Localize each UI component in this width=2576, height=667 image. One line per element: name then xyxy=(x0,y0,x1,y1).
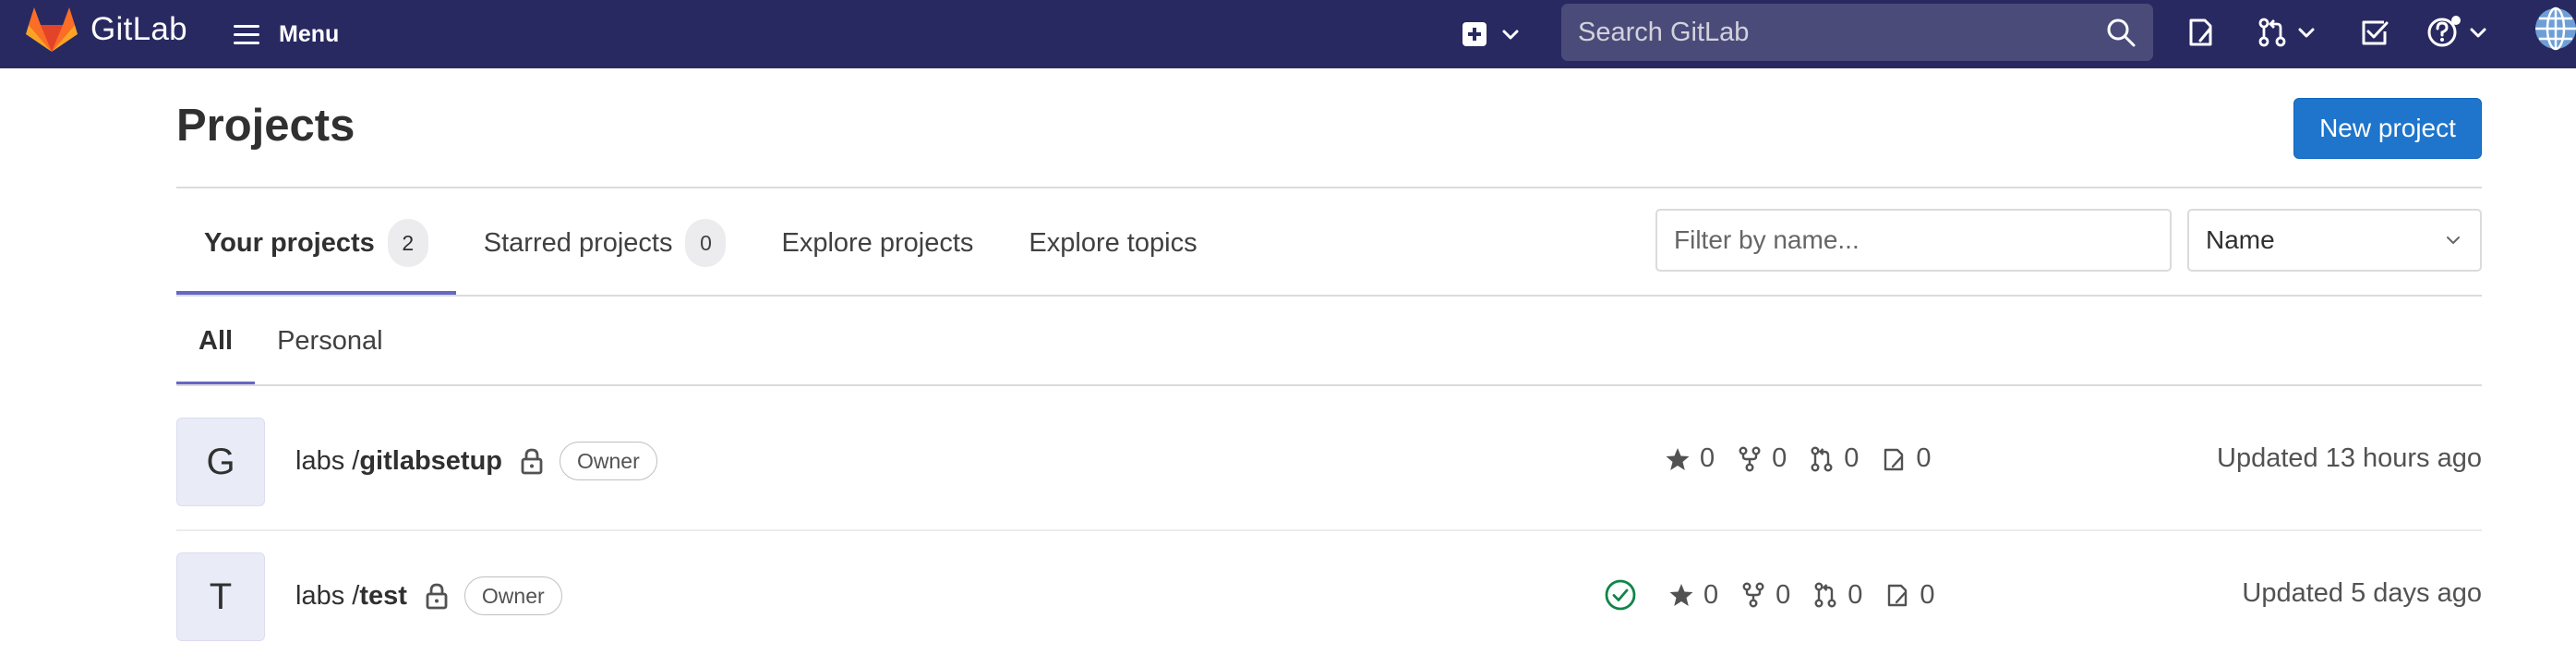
merge-request-icon xyxy=(2258,18,2286,47)
merge-request-icon xyxy=(1814,582,1836,608)
filter-by-name-input[interactable] xyxy=(1655,209,2172,272)
create-new-dropdown[interactable] xyxy=(1461,15,1522,54)
tab-starred-projects[interactable]: Starred projects 0 xyxy=(456,189,754,297)
project-title[interactable]: labs / gitlabsetup Owner xyxy=(295,442,657,480)
chevron-down-icon xyxy=(2470,28,2486,38)
subtab-personal[interactable]: Personal xyxy=(255,297,404,385)
stars-value: 0 xyxy=(1703,579,1719,610)
tab-label: Your projects xyxy=(204,227,375,258)
pipeline-passed-icon xyxy=(1605,579,1636,611)
count-badge: 0 xyxy=(685,219,727,267)
todos-nav-button[interactable] xyxy=(2359,13,2390,52)
updated-timestamp: Updated 5 days ago xyxy=(2242,578,2482,608)
chevron-down-icon xyxy=(1502,30,1519,40)
tab-label: Starred projects xyxy=(483,227,673,258)
merge-requests-count[interactable]: 0 xyxy=(1809,443,1859,474)
project-stats: 0 0 0 0 xyxy=(1665,443,1954,474)
tab-label: Explore projects xyxy=(781,227,974,258)
role-badge: Owner xyxy=(560,442,657,480)
project-row[interactable]: T labs / test Owner 0 0 0 0 Updated 5 da… xyxy=(176,530,2482,665)
star-icon xyxy=(1669,584,1693,606)
issues-icon xyxy=(1888,584,1908,607)
project-namespace: labs / xyxy=(295,445,360,476)
merge-requests-nav-button[interactable] xyxy=(2257,13,2317,52)
star-icon xyxy=(1666,447,1690,470)
stars-count[interactable]: 0 xyxy=(1668,580,1718,611)
project-filter-subtabs: All Personal xyxy=(176,297,405,385)
project-name[interactable]: test xyxy=(359,581,407,612)
role-badge: Owner xyxy=(463,576,562,615)
project-namespace: labs / xyxy=(295,580,360,611)
issues-nav-button[interactable] xyxy=(2185,13,2216,52)
gitlab-logo-icon xyxy=(26,7,78,52)
issues-count[interactable]: 0 xyxy=(1884,579,1935,611)
help-nav-button[interactable] xyxy=(2426,13,2489,52)
issues-count[interactable]: 0 xyxy=(1881,443,1932,474)
search-icon xyxy=(2107,18,2136,47)
todo-icon xyxy=(2362,20,2389,45)
issues-value: 0 xyxy=(1916,443,1932,473)
tab-your-projects[interactable]: Your projects 2 xyxy=(176,189,456,297)
project-tabs: Your projects 2 Starred projects 0 Explo… xyxy=(176,189,1225,297)
project-avatar[interactable]: T xyxy=(176,552,265,641)
plus-square-icon xyxy=(1463,22,1487,46)
chevron-down-icon xyxy=(2447,236,2460,244)
user-avatar-icon xyxy=(2535,6,2576,51)
forks-value: 0 xyxy=(1776,579,1791,610)
issues-icon xyxy=(2189,18,2212,46)
search-input[interactable] xyxy=(1578,17,2105,48)
stars-value: 0 xyxy=(1700,443,1715,473)
forks-count[interactable]: 0 xyxy=(1737,443,1787,474)
merge-requests-count[interactable]: 0 xyxy=(1812,580,1862,611)
stars-count[interactable]: 0 xyxy=(1665,443,1715,474)
forks-count[interactable]: 0 xyxy=(1740,580,1790,611)
brand-name: GitLab xyxy=(90,11,187,47)
hamburger-icon xyxy=(234,25,259,44)
merge-requests-value: 0 xyxy=(1848,579,1863,610)
menu-button[interactable]: Menu xyxy=(231,13,339,55)
project-title[interactable]: labs / test Owner xyxy=(295,576,562,615)
search-box[interactable] xyxy=(1561,4,2153,61)
subtab-all[interactable]: All xyxy=(176,297,256,385)
project-name[interactable]: gitlabsetup xyxy=(359,446,502,477)
user-avatar[interactable] xyxy=(2532,6,2576,51)
issues-value: 0 xyxy=(1920,579,1935,610)
updated-timestamp: Updated 13 hours ago xyxy=(2217,443,2482,473)
project-stats: 0 0 0 0 xyxy=(1604,578,1957,612)
divider xyxy=(176,295,2482,297)
gitlab-home-link[interactable]: GitLab xyxy=(26,6,187,54)
lock-icon xyxy=(519,447,545,475)
chevron-down-icon xyxy=(2298,28,2315,38)
merge-requests-value: 0 xyxy=(1844,443,1860,473)
issues-icon xyxy=(1884,448,1904,470)
page-title: Projects xyxy=(176,101,355,151)
tab-label: Explore topics xyxy=(1029,227,1198,258)
pipeline-status[interactable] xyxy=(1604,578,1646,612)
project-row[interactable]: G labs / gitlabsetup Owner 0 0 0 0 Updat… xyxy=(176,386,2482,531)
sort-value: Name xyxy=(2206,225,2275,254)
fork-icon xyxy=(1742,582,1764,608)
fork-icon xyxy=(1739,446,1761,472)
merge-request-icon xyxy=(1811,446,1833,472)
lock-icon xyxy=(424,582,450,610)
tab-explore-projects[interactable]: Explore projects xyxy=(753,189,1001,297)
sort-dropdown[interactable]: Name xyxy=(2187,209,2482,272)
count-badge: 2 xyxy=(387,219,428,267)
new-project-button[interactable]: New project xyxy=(2293,98,2482,159)
help-icon xyxy=(2427,16,2461,47)
forks-value: 0 xyxy=(1772,443,1788,473)
tab-explore-topics[interactable]: Explore topics xyxy=(1001,189,1224,297)
top-navbar: GitLab Menu xyxy=(0,0,2576,68)
project-avatar[interactable]: G xyxy=(176,418,265,506)
divider xyxy=(176,187,2482,188)
menu-label: Menu xyxy=(279,20,340,47)
